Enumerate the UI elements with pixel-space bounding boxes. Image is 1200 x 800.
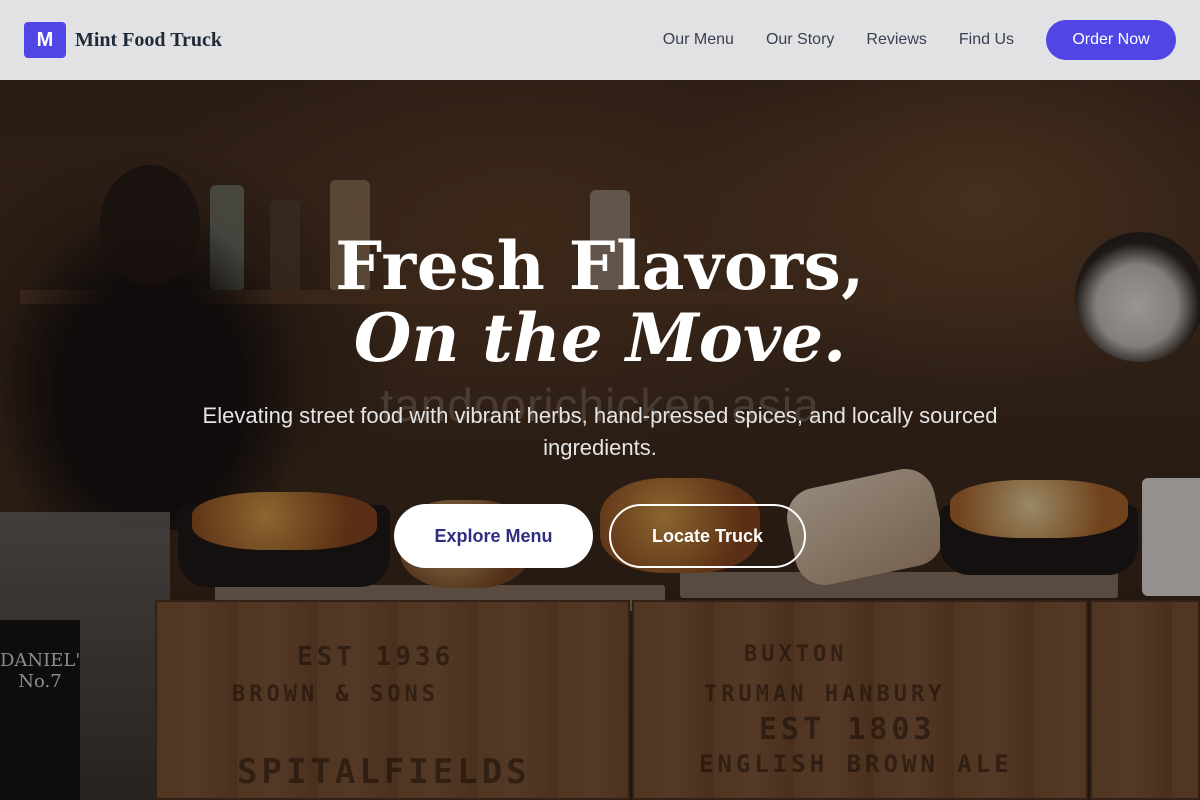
logo-icon[interactable]: M [24, 22, 66, 58]
hero-title-emphasis: On the Move. [353, 299, 847, 377]
explore-menu-button[interactable]: Explore Menu [394, 504, 593, 568]
nav-link-find-us[interactable]: Find Us [959, 31, 1014, 49]
hero-subtitle: Elevating street food with vibrant herbs… [202, 403, 998, 460]
nav-link-our-menu[interactable]: Our Menu [663, 31, 734, 49]
brand-name[interactable]: Mint Food Truck [75, 29, 222, 52]
hero-title: Fresh Flavors, [335, 227, 865, 305]
nav-links: Our Menu Our Story Reviews Find Us [663, 31, 1014, 49]
nav-link-reviews[interactable]: Reviews [866, 31, 926, 49]
hero-section: Fresh Flavors, On the Move. Elevating st… [0, 230, 1200, 568]
locate-truck-button[interactable]: Locate Truck [609, 504, 806, 568]
top-navbar: M Mint Food Truck Our Menu Our Story Rev… [0, 0, 1200, 80]
hero-actions: Explore Menu Locate Truck [0, 504, 1200, 568]
order-now-button[interactable]: Order Now [1046, 20, 1176, 60]
nav-link-our-story[interactable]: Our Story [766, 31, 834, 49]
